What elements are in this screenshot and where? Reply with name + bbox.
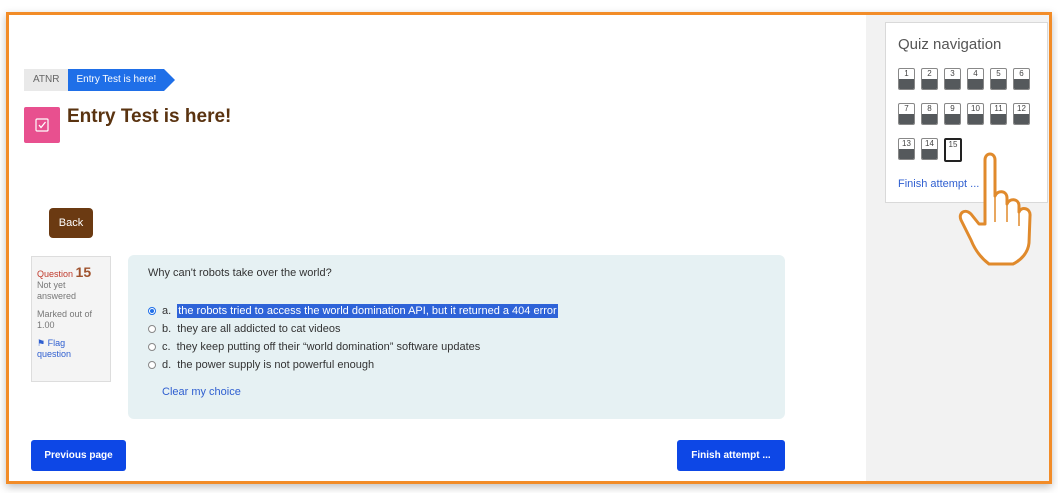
unanswered-bar [991,114,1006,124]
unanswered-bar [968,114,983,124]
question-number-value: 15 [75,264,92,280]
quiz-nav-question[interactable]: 6 [1013,68,1030,90]
unanswered-bar [899,79,914,89]
previous-page-button[interactable]: Previous page [31,440,126,471]
answer-text: the power supply is not powerful enough [177,359,375,371]
unanswered-bar [922,79,937,89]
unanswered-bar [968,79,983,89]
quiz-nav-question[interactable]: 8 [921,103,938,125]
radio-b[interactable] [148,325,156,333]
question-marks-line2: 1.00 [37,320,55,330]
question-label: Question [37,269,74,279]
unanswered-bar [945,114,960,124]
answer-option-c[interactable]: c. they keep putting off their “world do… [148,338,558,356]
question-marks-line1: Marked out of [37,309,93,319]
quiz-check-icon [24,107,60,143]
quiz-nav-number: 3 [950,69,955,78]
breadcrumb-current[interactable]: Entry Test is here! [68,69,176,91]
quiz-nav-number: 2 [927,69,932,78]
answer-text: they keep putting off their “world domin… [176,341,481,353]
unanswered-bar [922,149,937,159]
breadcrumb: ATNR Entry Test is here! [24,69,176,91]
back-button[interactable]: Back [49,208,93,238]
question-status-line1: Not yet [37,280,66,290]
unanswered-bar [922,114,937,124]
quiz-nav-question[interactable]: 4 [967,68,984,90]
quiz-nav-question[interactable]: 1 [898,68,915,90]
flag-line1: Flag [47,338,66,348]
quiz-nav-number: 6 [1019,69,1024,78]
question-number: Question 15 [37,264,105,280]
finish-attempt-button[interactable]: Finish attempt ... [677,440,785,471]
clear-choice-link[interactable]: Clear my choice [162,386,241,398]
quiz-nav-number: 7 [904,104,909,113]
quiz-nav-number: 4 [973,69,978,78]
answer-letter: c. [162,341,171,353]
answer-list: a. the robots tried to access the world … [148,302,558,374]
answer-letter: d. [162,359,172,371]
quiz-nav-question[interactable]: 2 [921,68,938,90]
quiz-nav-question[interactable]: 5 [990,68,1007,90]
quiz-nav-question[interactable]: 12 [1013,103,1030,125]
question-formulation: Why can't robots take over the world? a.… [128,255,785,419]
answer-option-b[interactable]: b. they are all addicted to cat videos [148,320,558,338]
quiz-navigation-title: Quiz navigation [898,36,1002,53]
radio-c[interactable] [148,343,156,351]
quiz-nav-number: 10 [971,104,980,113]
flag-icon: ⚑ [37,338,46,348]
answer-text: the robots tried to access the world dom… [177,304,558,318]
question-status-line2: answered [37,291,77,301]
flag-question-link[interactable]: ⚑ Flag [37,338,105,349]
radio-d[interactable] [148,361,156,369]
radio-a[interactable] [148,307,156,315]
answer-text: they are all addicted to cat videos [177,323,341,335]
quiz-nav-question[interactable]: 7 [898,103,915,125]
answer-letter: b. [162,323,172,335]
quiz-nav-number: 14 [925,139,934,148]
quiz-nav-number: 11 [994,104,1003,113]
unanswered-bar [1014,114,1029,124]
quiz-nav-question[interactable]: 14 [921,138,938,160]
page-title: Entry Test is here! [67,106,232,127]
quiz-nav-question[interactable]: 3 [944,68,961,90]
quiz-nav-number: 8 [927,104,932,113]
quiz-nav-question[interactable]: 9 [944,103,961,125]
quiz-nav-question[interactable]: 10 [967,103,984,125]
answer-option-a[interactable]: a. the robots tried to access the world … [148,302,558,320]
unanswered-bar [1014,79,1029,89]
quiz-nav-number: 5 [996,69,1001,78]
quiz-nav-question[interactable]: 13 [898,138,915,160]
quiz-nav-number: 9 [950,104,955,113]
flag-line2[interactable]: question [37,349,105,360]
answer-option-d[interactable]: d. the power supply is not powerful enou… [148,356,558,374]
quiz-nav-question[interactable]: 11 [990,103,1007,125]
question-info: Question 15 Not yet answered Marked out … [31,256,111,382]
question-text: Why can't robots take over the world? [148,267,332,279]
unanswered-bar [899,114,914,124]
pointing-hand-icon [958,152,1032,266]
answer-letter: a. [162,305,172,317]
quiz-nav-number: 1 [904,69,909,78]
unanswered-bar [945,79,960,89]
unanswered-bar [991,79,1006,89]
quiz-nav-number: 13 [902,139,911,148]
quiz-nav-number: 12 [1017,104,1026,113]
unanswered-bar [899,149,914,159]
breadcrumb-root[interactable]: ATNR [24,69,69,91]
